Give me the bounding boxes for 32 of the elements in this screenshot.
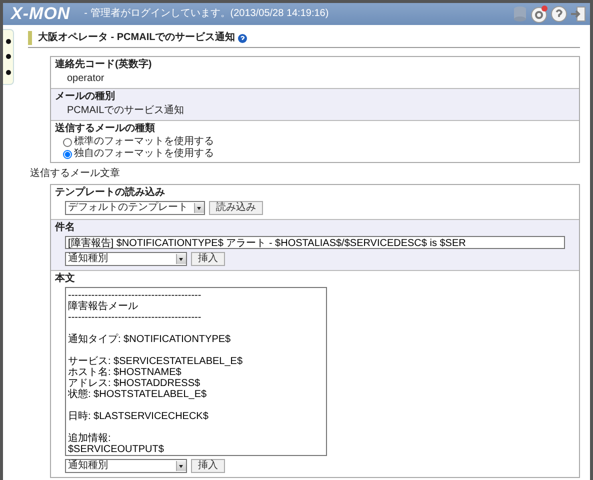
side-tab-strip[interactable]	[3, 29, 14, 85]
login-status: - 管理者がログインしています。(2013/05/28 14:19:16)	[84, 8, 330, 20]
bullet-icon	[6, 70, 10, 75]
logout-icon[interactable]	[570, 6, 586, 22]
insert-button[interactable]: 挿入	[191, 459, 225, 473]
radio-label: 独自のフォーマットを使用する	[74, 148, 214, 160]
radio-label: 標準のフォーマットを使用する	[74, 136, 214, 148]
help-icon[interactable]	[551, 6, 567, 22]
radio-button[interactable]	[63, 150, 72, 158]
field-label: 送信するメールの種類	[54, 122, 156, 136]
field-value: operator	[66, 72, 106, 86]
page-title: 大阪オペレータ - PCMAILでのサービス通知	[38, 32, 236, 44]
radio-button[interactable]	[63, 138, 72, 146]
field-label: テンプレートの読み込み	[54, 186, 166, 200]
help-icon[interactable]	[238, 34, 248, 42]
field-value: PCMAILでのサービス通知	[66, 104, 186, 118]
variable-select[interactable]: 通知種別	[65, 252, 187, 266]
load-button[interactable]: 読み込み	[209, 201, 263, 215]
title-accent-bar	[28, 31, 32, 45]
field-label: 件名	[54, 221, 76, 235]
variable-select[interactable]: 通知種別	[65, 459, 187, 473]
bullet-icon	[6, 39, 10, 44]
section-label: 送信するメール文章	[30, 168, 121, 180]
field-label: メールの種別	[54, 90, 116, 104]
field-label: 本文	[54, 272, 76, 286]
template-select[interactable]: デフォルトのテンプレート	[65, 201, 205, 215]
insert-button[interactable]: 挿入	[191, 252, 225, 266]
subject-input[interactable]: [障害報告] $NOTIFICATIONTYPE$ アラート - $HOSTALIAS$/$SERVICEDESC$ is $SER	[65, 236, 565, 249]
field-label: 連絡先コード(英数字)	[54, 58, 153, 72]
logo: X-MON	[11, 8, 70, 20]
body-textarea[interactable]: ---------------------------------------- 障害報告メール ---------------------------------------- 通知タイプ: $NOTIFICATIONTYPE$ サービス: $SERVICESTATELABEL_E$ ホスト名: $HOSTNAME$ アドレス: $HOSTADDRESS$ 状態: $HOSTSTATELABEL_E$ 日時: $LASTSERVICECHECK$ 追加情報: $SERVICEOUTPUT$	[65, 287, 327, 456]
bullet-icon	[6, 54, 10, 60]
